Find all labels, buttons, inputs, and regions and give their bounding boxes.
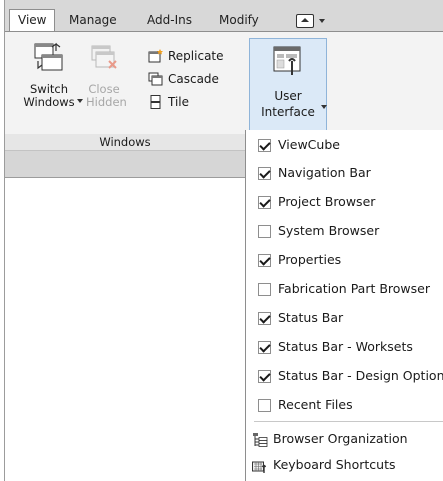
status-bar-label: Status Bar: [278, 310, 344, 325]
user-interface-caret-icon: [321, 105, 327, 109]
tab-add-ins[interactable]: Add-Ins: [147, 11, 192, 30]
chevron-down-icon: [319, 19, 325, 23]
menu-item-status-bar-worksets[interactable]: Status Bar - Worksets: [246, 334, 443, 362]
navigation-bar-checkbox[interactable]: [258, 167, 271, 180]
status-bar-worksets-label: Status Bar - Worksets: [278, 339, 413, 354]
replicate-label: Replicate: [168, 49, 224, 63]
cascade-label: Cascade: [168, 72, 219, 86]
properties-checkbox[interactable]: [258, 254, 271, 267]
menu-item-project-browser[interactable]: Project Browser: [246, 189, 443, 217]
tile-label: Tile: [168, 95, 190, 109]
user-interface-icon: [273, 46, 301, 75]
tab-view[interactable]: View: [9, 9, 56, 32]
menu-item-status-bar-design-options[interactable]: Status Bar - Design Options: [246, 363, 443, 391]
status-bar-checkbox[interactable]: [258, 312, 271, 325]
panel-footer-strip: [5, 151, 245, 178]
fabrication-part-browser-checkbox[interactable]: [258, 283, 271, 296]
properties-label: Properties: [278, 252, 342, 267]
keyboard-shortcuts-icon: [252, 461, 267, 473]
status-bar-design-options-label: Status Bar - Design Options: [278, 368, 443, 383]
keyboard-shortcuts-label: Keyboard Shortcuts: [273, 457, 396, 472]
user-interface-label-1: User: [274, 89, 302, 103]
menu-item-properties[interactable]: Properties: [246, 247, 443, 275]
close-hidden-icon: [91, 45, 117, 69]
fabrication-part-browser-label: Fabrication Part Browser: [278, 281, 431, 296]
browser-organization-icon: [253, 433, 268, 447]
minimize-ribbon-icon: [296, 14, 314, 28]
cascade-icon: [148, 72, 163, 86]
viewcube-checkbox[interactable]: [258, 139, 271, 152]
replicate-icon: [148, 49, 163, 63]
user-interface-menu: ViewCube Navigation Bar Project Browser …: [245, 130, 443, 481]
close-hidden-button[interactable]: Close Hidden: [86, 41, 127, 109]
switch-windows-label-2: Windows: [23, 95, 75, 109]
user-interface-button[interactable]: User Interface: [249, 38, 327, 132]
navigation-bar-label: Navigation Bar: [278, 165, 371, 180]
viewcube-label: ViewCube: [278, 137, 340, 152]
switch-windows-button[interactable]: Switch Windows: [20, 41, 83, 109]
status-bar-design-options-checkbox[interactable]: [258, 370, 271, 383]
user-interface-label-2: Interface: [261, 105, 315, 119]
menu-item-navigation-bar[interactable]: Navigation Bar: [246, 160, 443, 188]
project-browser-label: Project Browser: [278, 194, 376, 209]
menu-item-fabrication-part-browser[interactable]: Fabrication Part Browser: [246, 276, 443, 304]
menu-item-status-bar[interactable]: Status Bar: [246, 305, 443, 333]
recent-files-label: Recent Files: [278, 397, 353, 412]
system-browser-checkbox[interactable]: [258, 225, 271, 238]
status-bar-worksets-checkbox[interactable]: [258, 341, 271, 354]
menu-item-browser-organization[interactable]: Browser Organization: [246, 427, 443, 451]
menu-separator: [254, 421, 443, 422]
menu-item-keyboard-shortcuts[interactable]: Keyboard Shortcuts: [246, 453, 443, 477]
switch-windows-icon: [34, 42, 63, 71]
system-browser-label: System Browser: [278, 223, 380, 238]
tile-icon: [150, 95, 161, 109]
project-browser-checkbox[interactable]: [258, 196, 271, 209]
browser-organization-label: Browser Organization: [273, 431, 408, 446]
menu-item-recent-files[interactable]: Recent Files: [246, 392, 443, 420]
tab-manage[interactable]: Manage: [69, 11, 117, 30]
windows-panel-title: Windows: [5, 134, 245, 151]
panel-toggle-dropdown[interactable]: [292, 13, 336, 29]
menu-item-viewcube[interactable]: ViewCube: [246, 132, 443, 160]
close-hidden-label-2: Hidden: [86, 95, 127, 109]
switch-windows-caret-icon: [77, 99, 83, 103]
menu-item-system-browser[interactable]: System Browser: [246, 218, 443, 246]
tab-modify[interactable]: Modify: [219, 11, 259, 30]
recent-files-checkbox[interactable]: [258, 399, 271, 412]
ribbon-tab-bar: View Manage Add-Ins Modify: [5, 0, 443, 32]
